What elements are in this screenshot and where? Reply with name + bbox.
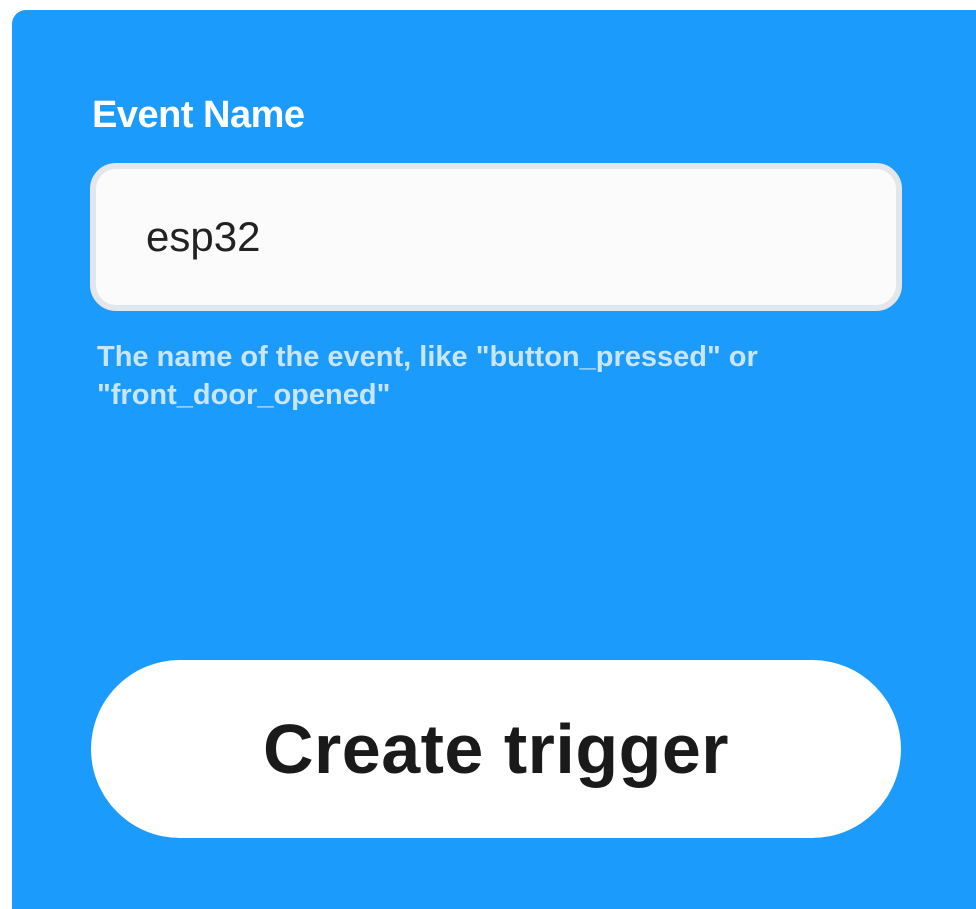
event-name-label: Event Name bbox=[92, 94, 305, 136]
help-text-line-1: The name of the event, like "button_pres… bbox=[97, 341, 758, 373]
event-name-help-text: The name of the event, like "button_pres… bbox=[97, 338, 907, 414]
event-name-input[interactable] bbox=[146, 213, 896, 261]
trigger-form-panel: Event Name The name of the event, like "… bbox=[12, 10, 976, 909]
help-text-line-2: "front_door_opened" bbox=[97, 379, 391, 411]
create-trigger-button[interactable]: Create trigger bbox=[91, 660, 901, 838]
event-name-field-container[interactable] bbox=[90, 163, 902, 311]
